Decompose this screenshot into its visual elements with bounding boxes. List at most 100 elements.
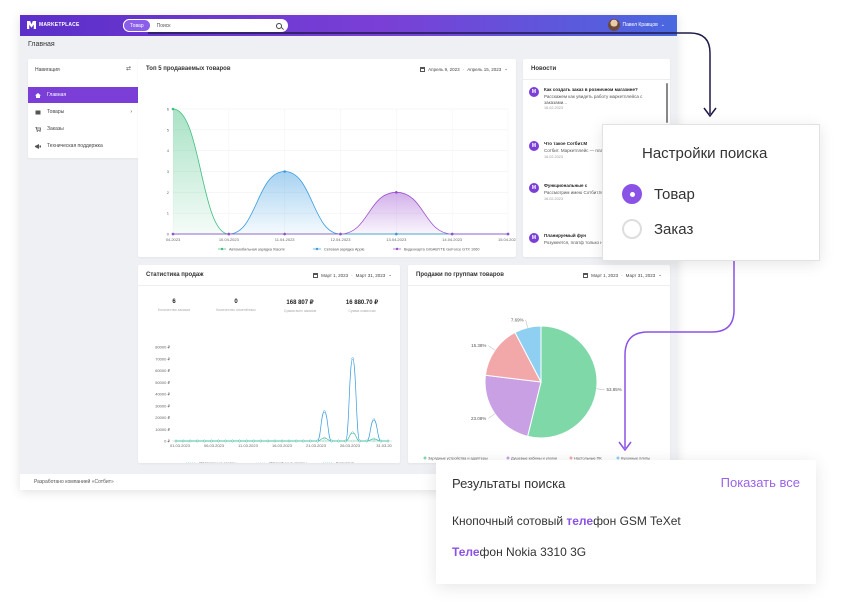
y-tick-label: 30000 ₽ xyxy=(155,403,170,408)
logo-text: MARKETPLACE xyxy=(39,22,80,28)
chevron-down-icon[interactable]: ⌄ xyxy=(661,22,665,28)
slice-leader-line xyxy=(488,345,496,351)
sidebar-item-orders[interactable]: Заказы xyxy=(28,121,139,137)
search-input[interactable]: Поиск xyxy=(157,23,276,29)
data-point xyxy=(330,439,333,443)
data-point xyxy=(365,439,369,443)
data-point xyxy=(344,439,347,443)
y-tick-label: 0 xyxy=(167,232,170,237)
x-tick-label: 10.04.2023 xyxy=(219,237,240,242)
logo[interactable]: MARKETPLACE xyxy=(27,21,80,29)
series-line xyxy=(175,358,388,442)
data-point xyxy=(287,439,291,443)
x-tick-label: 12.04.2023 xyxy=(330,237,351,242)
search-settings-panel: Настройки поиска Товар Заказ xyxy=(602,124,820,261)
news-logo-icon: М xyxy=(529,141,539,151)
search-settings-title: Настройки поиска xyxy=(642,145,768,162)
data-point xyxy=(395,191,398,194)
data-point xyxy=(195,439,199,443)
show-all-link[interactable]: Показать все xyxy=(721,475,800,490)
radio-button-checked[interactable] xyxy=(622,184,642,204)
data-point xyxy=(450,232,454,236)
news-scrollbar[interactable] xyxy=(666,83,668,123)
app-window: MARKETPLACE Товар Поиск Павел Кравцов ⌄ … xyxy=(20,15,677,490)
slice-label: 15.38% xyxy=(471,343,486,348)
y-tick-label: 70000 ₽ xyxy=(155,356,170,361)
x-tick-label: 13.04.2023 xyxy=(386,237,407,242)
search-icon[interactable] xyxy=(276,22,282,29)
slice-label: 23.08% xyxy=(471,416,486,421)
home-icon xyxy=(35,92,41,98)
slice-leader-line xyxy=(525,319,528,328)
data-point xyxy=(323,439,326,443)
data-point xyxy=(351,439,354,443)
sales-chart: 0 ₽10000 ₽20000 ₽30000 ₽40000 ₽50000 ₽60… xyxy=(155,345,393,464)
x-tick-label: 15.04.2023 xyxy=(498,237,516,242)
slice-leader-line xyxy=(488,413,496,419)
sidebar-item-label: Главная xyxy=(47,92,67,98)
groups-chart: 53.85%23.08%15.38%7.69%Зарядные устройст… xyxy=(423,317,650,461)
search-bar[interactable]: Товар Поиск xyxy=(123,19,288,32)
swap-icon[interactable]: ⇄ xyxy=(126,65,131,72)
radio-label[interactable]: Заказ xyxy=(654,221,693,238)
y-tick-label: 80000 ₽ xyxy=(155,345,170,350)
search-result-item[interactable]: Телефон Nokia 3310 3G xyxy=(452,545,586,559)
y-tick-label: 5 xyxy=(167,127,170,132)
data-point xyxy=(252,439,255,443)
avatar[interactable] xyxy=(607,19,620,31)
news-item-date: 16.02.2023 xyxy=(544,106,564,110)
y-tick-label: 1 xyxy=(167,211,170,216)
data-point xyxy=(174,439,178,443)
x-tick-label: 04.2023 xyxy=(166,237,181,242)
legend-label: Автомобильная зарядка Xiaomi xyxy=(229,248,285,252)
y-tick-label: 3 xyxy=(167,169,170,174)
page-title: Главная xyxy=(28,41,55,48)
news-item-title: Как создать заказ в розничном магазине? xyxy=(544,87,638,92)
x-tick-label: 16.03.2023 xyxy=(272,443,293,448)
data-point xyxy=(386,439,390,443)
news-item[interactable]: М Как создать заказ в розничном магазине… xyxy=(529,87,663,110)
data-point xyxy=(171,107,175,111)
radio-option-order[interactable]: Заказ xyxy=(622,219,693,239)
sidebar-item-products[interactable]: Товары › xyxy=(28,104,139,120)
data-point xyxy=(224,439,227,443)
data-point xyxy=(372,418,376,422)
support-icon xyxy=(35,143,41,149)
sidebar-item-label: Товары xyxy=(47,109,65,115)
data-point xyxy=(171,232,175,236)
user-name[interactable]: Павел Кравцов xyxy=(623,22,658,28)
data-point xyxy=(294,439,298,443)
connector-arrowhead xyxy=(703,107,717,118)
y-tick-label: 40000 ₽ xyxy=(155,392,170,397)
radio-button[interactable] xyxy=(622,219,642,239)
search-result-item[interactable]: Кнопочный сотовый телефон GSM TeXet xyxy=(452,514,681,528)
box-icon xyxy=(35,110,41,114)
user-menu[interactable]: Павел Кравцов ⌄ xyxy=(607,19,665,31)
top-bar: MARKETPLACE Товар Поиск Павел Кравцов ⌄ xyxy=(20,15,677,36)
radio-label[interactable]: Товар xyxy=(654,186,695,203)
sidebar-item-support[interactable]: Техническая поддержка xyxy=(28,138,139,154)
y-tick-label: 4 xyxy=(167,148,170,153)
data-point xyxy=(283,170,286,173)
sidebar-item-home[interactable]: Главная xyxy=(28,87,139,103)
x-tick-label: 31.03.20 xyxy=(376,443,392,448)
search-type-chip[interactable]: Товар xyxy=(123,19,151,32)
radio-option-product[interactable]: Товар xyxy=(622,184,695,204)
top5-card: Топ 5 продаваемых товаров Апрель 9, 2023… xyxy=(138,59,516,257)
result-text: фон GSM TeXet xyxy=(593,514,681,528)
navigation-card: Навигация ⇄ Главная Товары › Заказы Техн… xyxy=(28,59,139,158)
x-tick-label: 11.04.2023 xyxy=(275,237,295,242)
data-point xyxy=(372,437,376,441)
y-tick-label: 10000 ₽ xyxy=(155,427,170,432)
data-point xyxy=(238,439,241,443)
chevron-right-icon: › xyxy=(130,109,132,115)
search-results-panel: Результаты поиска Показать все Кнопочный… xyxy=(436,460,816,584)
x-tick-label: 26.03.2023 xyxy=(340,443,361,448)
legend-marker xyxy=(395,247,399,251)
legend-label: Отменённые заказы xyxy=(269,461,307,464)
legend-label: Оплаченные заказы xyxy=(199,461,237,464)
legend-label: Комиссия xyxy=(336,461,354,464)
data-point xyxy=(372,439,376,443)
y-tick-label: 6 xyxy=(167,107,170,112)
legend-label: Видеокарта GIGABYTE GeForce GTX 1060 xyxy=(404,248,479,252)
